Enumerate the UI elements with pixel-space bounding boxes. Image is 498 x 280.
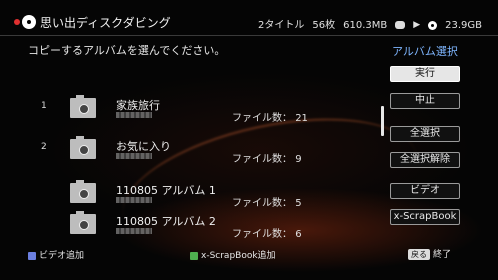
- red-dot-icon: [14, 19, 20, 25]
- album-date-blurred: [116, 228, 152, 234]
- total-size: 610.3MB: [343, 20, 388, 31]
- add-scrapbook-hint[interactable]: x-ScrapBook追加: [190, 248, 276, 261]
- arrow-right-icon: ▶: [413, 20, 421, 30]
- camera-icon: [70, 136, 96, 159]
- back-key-icon: 戻る: [408, 249, 430, 260]
- album-name: 110805 アルバム 1: [116, 184, 216, 197]
- photo-count: 56枚: [312, 20, 336, 31]
- cancel-button[interactable]: 中止: [390, 93, 460, 109]
- select-all-button[interactable]: 全選択: [390, 126, 460, 142]
- camera-icon: [70, 95, 96, 118]
- album-row[interactable]: 1 家族旅行 ファイル数： 21: [0, 86, 378, 126]
- titles-count: 2タイトル: [258, 20, 305, 31]
- green-key-icon: [190, 251, 198, 260]
- execute-button[interactable]: 実行: [390, 66, 460, 82]
- album-row[interactable]: 2 お気に入り ファイル数： 9: [0, 127, 378, 167]
- disc-capacity: 23.9GB: [445, 20, 483, 31]
- status-bar: 2タイトル 56枚 610.3MB ▶ 23.9GB: [258, 16, 490, 31]
- scrapbook-button[interactable]: x-ScrapBook: [390, 209, 460, 225]
- row-number: 1: [41, 101, 47, 111]
- camera-icon: [70, 211, 96, 234]
- file-count: ファイル数： 21: [232, 113, 308, 124]
- album-name: 110805 アルバム 2: [116, 215, 216, 228]
- section-title: アルバム選択: [392, 45, 458, 58]
- camera-icon: [70, 180, 96, 203]
- album-name: お気に入り: [116, 140, 171, 153]
- scrollbar[interactable]: [381, 106, 384, 136]
- disc-icon: [428, 20, 438, 30]
- header: 思い出ディスクダビング 2タイトル 56枚 610.3MB ▶ 23.9GB: [0, 0, 498, 34]
- album-row[interactable]: 110805 アルバム 2 ファイル数： 6: [0, 202, 378, 242]
- instruction-text: コピーするアルバムを選んでください。: [28, 44, 226, 57]
- page-title: 思い出ディスクダビング: [40, 16, 171, 30]
- blue-key-icon: [28, 251, 36, 260]
- album-name: 家族旅行: [116, 99, 160, 112]
- file-count: ファイル数： 9: [232, 154, 302, 165]
- header-divider: [0, 35, 498, 36]
- album-date-blurred: [116, 153, 152, 159]
- exit-hint[interactable]: 戻る 終了: [408, 247, 451, 260]
- disc-icon: [22, 15, 36, 29]
- video-button[interactable]: ビデオ: [390, 183, 460, 199]
- album-date-blurred: [116, 112, 152, 118]
- hdd-icon: [395, 21, 406, 29]
- file-count: ファイル数： 6: [232, 229, 302, 240]
- deselect-all-button[interactable]: 全選択解除: [390, 152, 460, 168]
- row-number: 2: [41, 142, 47, 152]
- footer: ビデオ追加 x-ScrapBook追加 戻る 終了: [0, 246, 498, 262]
- add-video-hint[interactable]: ビデオ追加: [28, 248, 84, 261]
